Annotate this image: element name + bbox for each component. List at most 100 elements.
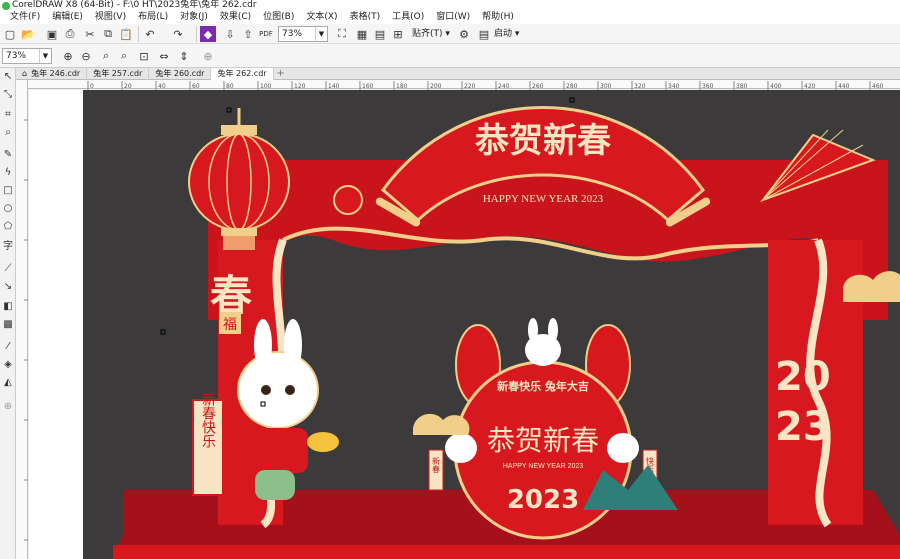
tab-document[interactable]: 兔年 257.cdr xyxy=(87,68,150,80)
zoom-to-page-icon[interactable]: ⊡ xyxy=(136,48,152,64)
export-icon[interactable]: ⇧ xyxy=(240,26,256,42)
menu-view[interactable]: 视图(V) xyxy=(89,11,132,24)
tab-welcome-home[interactable]: ⌂ 兔年 246.cdr xyxy=(16,68,88,80)
guidelines-icon[interactable]: ⊞ xyxy=(390,26,406,42)
cut-icon[interactable]: ✂ xyxy=(82,26,98,42)
toolbox: ↖ ⤡ ⌗ ⌕ ✎ ϟ □ ○ ⬠ 字 ⟋ ↘ ◧ ▩ ⁄ ◈ ◭ ⊕ xyxy=(0,68,16,559)
new-document-icon[interactable]: ▢ xyxy=(2,26,18,42)
menu-bar: 文件(F) 编辑(E) 视图(V) 布局(L) 对象(J) 效果(C) 位图(B… xyxy=(0,11,900,24)
tab-document[interactable]: 兔年 260.cdr xyxy=(149,68,212,80)
parallel-dimension-tool-icon[interactable]: ⟋ xyxy=(1,262,15,276)
vertical-ruler[interactable] xyxy=(16,80,28,559)
zoom-to-all-objects-icon[interactable]: ⌕ xyxy=(116,48,132,64)
print-icon[interactable]: ⎙ xyxy=(62,26,78,42)
zoom-to-selected-icon[interactable]: ⌕ xyxy=(98,48,114,64)
quick-customize-icon[interactable]: ⊕ xyxy=(1,400,15,414)
ruler-tick-label: 260 xyxy=(532,83,544,90)
ruler-tick-label: 160 xyxy=(362,83,374,90)
options-gear-icon[interactable]: ⚙ xyxy=(456,26,472,42)
zoom-to-page-height-icon[interactable]: ⇕ xyxy=(176,48,192,64)
side-year-top: 20 xyxy=(775,354,831,400)
open-folder-icon[interactable]: 📂 xyxy=(20,26,36,42)
ellipse-tool-icon[interactable]: ○ xyxy=(1,202,15,216)
drop-shadow-tool-icon[interactable]: ◧ xyxy=(1,300,15,314)
menu-help[interactable]: 帮助(H) xyxy=(476,11,520,24)
eyedropper-tool-icon[interactable]: ⁄ xyxy=(1,340,15,354)
menu-text[interactable]: 文本(X) xyxy=(300,11,343,24)
separator xyxy=(196,26,197,42)
save-icon[interactable]: ▣ xyxy=(44,26,60,42)
publish-pdf-icon[interactable]: PDF xyxy=(258,26,274,42)
red-lantern xyxy=(188,133,290,231)
ruler-tick-label: 300 xyxy=(600,83,612,90)
interactive-fill-tool-icon[interactable]: ◈ xyxy=(1,358,15,372)
freehand-tool-icon[interactable]: ✎ xyxy=(1,148,15,162)
left-couplet-text: 新春 xyxy=(432,456,441,473)
window-title: CorelDRAW X8 (64-Bit) - F:\0 HT\2023兔年\兔… xyxy=(12,0,257,10)
launch-label: 启动 xyxy=(494,29,513,39)
rulers-icon[interactable]: ▦ xyxy=(354,26,370,42)
full-screen-icon[interactable]: ⛶ xyxy=(334,26,350,42)
text-tool-icon[interactable]: 字 xyxy=(1,240,15,254)
stage-floor-edge xyxy=(113,545,900,559)
vertical-ruler-ticks xyxy=(24,119,28,541)
menu-tools[interactable]: 工具(O) xyxy=(386,11,430,24)
menu-effects[interactable]: 效果(C) xyxy=(214,11,257,24)
crop-tool-icon[interactable]: ⌗ xyxy=(1,108,15,122)
zoom-out-icon[interactable]: ⊖ xyxy=(78,48,94,64)
rectangle-tool-icon[interactable]: □ xyxy=(1,184,15,198)
chevron-down-icon: ▼ xyxy=(315,27,327,41)
search-content-icon[interactable]: ◆ xyxy=(200,26,216,42)
connector-tool-icon[interactable]: ↘ xyxy=(1,280,15,294)
application-launcher-icon[interactable]: ▤ xyxy=(476,26,492,42)
menu-window[interactable]: 窗口(W) xyxy=(430,11,476,24)
drawing-workspace[interactable]: 恭贺新春 HAPPY NEW YEAR 2023 春 福 新春快乐 新春快乐 兔… xyxy=(29,90,900,559)
redo-icon[interactable]: ↷ xyxy=(170,26,186,42)
artwork-canvas[interactable]: 恭贺新春 HAPPY NEW YEAR 2023 春 福 新春快乐 新春快乐 兔… xyxy=(83,90,900,559)
snap-label: 贴齐(T) xyxy=(412,29,443,39)
menu-object[interactable]: 对象(J) xyxy=(174,11,214,24)
menu-edit[interactable]: 编辑(E) xyxy=(46,11,89,24)
zoom-to-page-width-icon[interactable]: ⇔ xyxy=(156,48,172,64)
polygon-tool-icon[interactable]: ⬠ xyxy=(1,220,15,234)
menu-bitmaps[interactable]: 位图(B) xyxy=(257,11,300,24)
horizontal-ruler[interactable]: 0 20 40 60 80 100 120 140 160 180 200 220 240 260 280 3… xyxy=(28,80,900,90)
add-preset-icon[interactable]: ⊕ xyxy=(200,48,216,64)
coreldraw-app-icon xyxy=(2,2,10,10)
property-bar: 73% ▼ ⊕ ⊖ ⌕ ⌕ ⊡ ⇔ ⇕ ⊕ xyxy=(0,44,900,68)
grid-icon[interactable]: ▤ xyxy=(372,26,388,42)
artistic-media-tool-icon[interactable]: ϟ xyxy=(1,166,15,180)
menu-file[interactable]: 文件(F) xyxy=(4,11,46,24)
transparency-tool-icon[interactable]: ▩ xyxy=(1,318,15,332)
import-icon[interactable]: ⇩ xyxy=(222,26,238,42)
ruler-tick-label: 340 xyxy=(668,83,680,90)
zoom-level-combo[interactable]: 73% ▼ xyxy=(278,26,328,42)
pick-tool-icon[interactable]: ↖ xyxy=(1,70,15,84)
rabbit-ear xyxy=(528,318,538,342)
zoom-levels-combo[interactable]: 73% ▼ xyxy=(2,48,52,64)
smart-fill-tool-icon[interactable]: ◭ xyxy=(1,376,15,390)
paste-icon[interactable]: 📋 xyxy=(118,26,134,42)
shape-tool-icon[interactable]: ⤡ xyxy=(1,88,15,102)
fu-character: 福 xyxy=(223,317,237,333)
center-arc-text: 新春快乐 兔年大吉 xyxy=(497,379,589,393)
ruler-tick-label: 320 xyxy=(634,83,646,90)
ruler-tick-label: 180 xyxy=(396,83,408,90)
launch-dropdown[interactable]: 启动 ▾ xyxy=(494,26,519,42)
zoom-tool-icon[interactable]: ⌕ xyxy=(1,126,15,140)
rabbit-head-left xyxy=(237,351,319,429)
lantern-tassel xyxy=(223,236,255,250)
ruler-tick-label: 380 xyxy=(736,83,748,90)
new-tab-icon[interactable]: + xyxy=(274,68,288,79)
snap-to-dropdown[interactable]: 贴齐(T) ▾ xyxy=(412,26,450,42)
copy-icon[interactable]: ⧉ xyxy=(100,26,116,42)
menu-layout[interactable]: 布局(L) xyxy=(132,11,174,24)
undo-icon[interactable]: ↶ xyxy=(142,26,158,42)
ruler-tick-label: 220 xyxy=(464,83,476,90)
lantern-base xyxy=(221,228,257,236)
tab-label: 兔年 260.cdr xyxy=(155,69,205,78)
ruler-tick-label: 100 xyxy=(260,83,272,90)
menu-table[interactable]: 表格(T) xyxy=(344,11,387,24)
zoom-in-icon[interactable]: ⊕ xyxy=(60,48,76,64)
tab-document-active[interactable]: 兔年 262.cdr xyxy=(211,68,274,80)
